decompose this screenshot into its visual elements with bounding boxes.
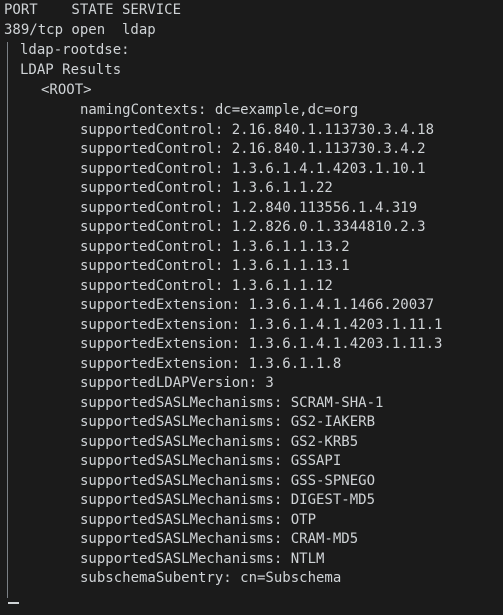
port-status-line: 389/tcp open ldap — [4, 22, 156, 38]
ldap-attribute-row: supportedControl: 1.3.6.1.1.12 — [80, 277, 333, 294]
ldap-attribute-row: supportedLDAPVersion: 3 — [80, 375, 274, 391]
ldap-attribute-row: supportedControl: 1.3.6.1.1.13.1 — [80, 258, 350, 274]
terminal-window[interactable]: PORT STATE SERVICE 389/tcp open ldap lda… — [0, 0, 503, 615]
ldap-attribute-row: supportedExtension: 1.3.6.1.4.1.1466.200… — [80, 297, 435, 313]
ldap-attribute-row: supportedControl: 1.3.6.1.1.22 — [80, 180, 333, 196]
ldap-attribute-row: supportedSASLMechanisms: NTLM — [80, 550, 325, 567]
ldap-attribute-row: supportedSASLMechanisms: GS2-KRB5 — [80, 433, 359, 450]
ldap-attribute-row: supportedControl: 1.3.6.1.4.1.4203.1.10.… — [80, 160, 426, 177]
ldap-attribute-row: supportedControl: 2.16.840.1.113730.3.4.… — [80, 141, 426, 157]
ldap-attribute-row: supportedSASLMechanisms: SCRAM-SHA-1 — [80, 394, 384, 411]
ldap-attribute-row: supportedControl: 2.16.840.1.113730.3.4.… — [80, 121, 435, 138]
ldap-attribute-row: supportedExtension: 1.3.6.1.4.1.4203.1.1… — [80, 336, 443, 352]
column-header: PORT STATE SERVICE — [4, 2, 182, 18]
ldap-attribute-row: supportedSASLMechanisms: GS2-IAKERB — [80, 414, 376, 430]
ldap-attribute-row: supportedControl: 1.2.826.0.1.3344810.2.… — [80, 219, 426, 235]
ldap-attribute-row: supportedExtension: 1.3.6.1.1.8 — [80, 355, 342, 372]
script-name: ldap-rootdse: — [20, 42, 130, 58]
ldap-attribute-row: subschemaSubentry: cn=Subschema — [80, 570, 342, 586]
ldap-attribute-row: supportedControl: 1.2.840.113556.1.4.319 — [80, 199, 418, 216]
ldap-attribute-row: supportedSASLMechanisms: OTP — [80, 511, 317, 528]
ldap-attribute-row: namingContexts: dc=example,dc=org — [80, 102, 359, 118]
terminal-cursor — [8, 602, 19, 604]
ldap-attribute-row: supportedSASLMechanisms: CRAM-MD5 — [80, 531, 359, 547]
tree-line-outer — [7, 42, 8, 598]
ldap-attribute-row: supportedControl: 1.3.6.1.1.13.2 — [80, 238, 350, 255]
ldap-attribute-row: supportedSASLMechanisms: GSS-SPNEGO — [80, 472, 376, 489]
results-label: LDAP Results — [20, 62, 122, 78]
ldap-attribute-row: supportedSASLMechanisms: DIGEST-MD5 — [80, 492, 376, 508]
root-label: <ROOT> — [41, 82, 92, 98]
ldap-attribute-row: supportedExtension: 1.3.6.1.4.1.4203.1.1… — [80, 316, 443, 333]
ldap-attribute-row: supportedSASLMechanisms: GSSAPI — [80, 453, 342, 469]
